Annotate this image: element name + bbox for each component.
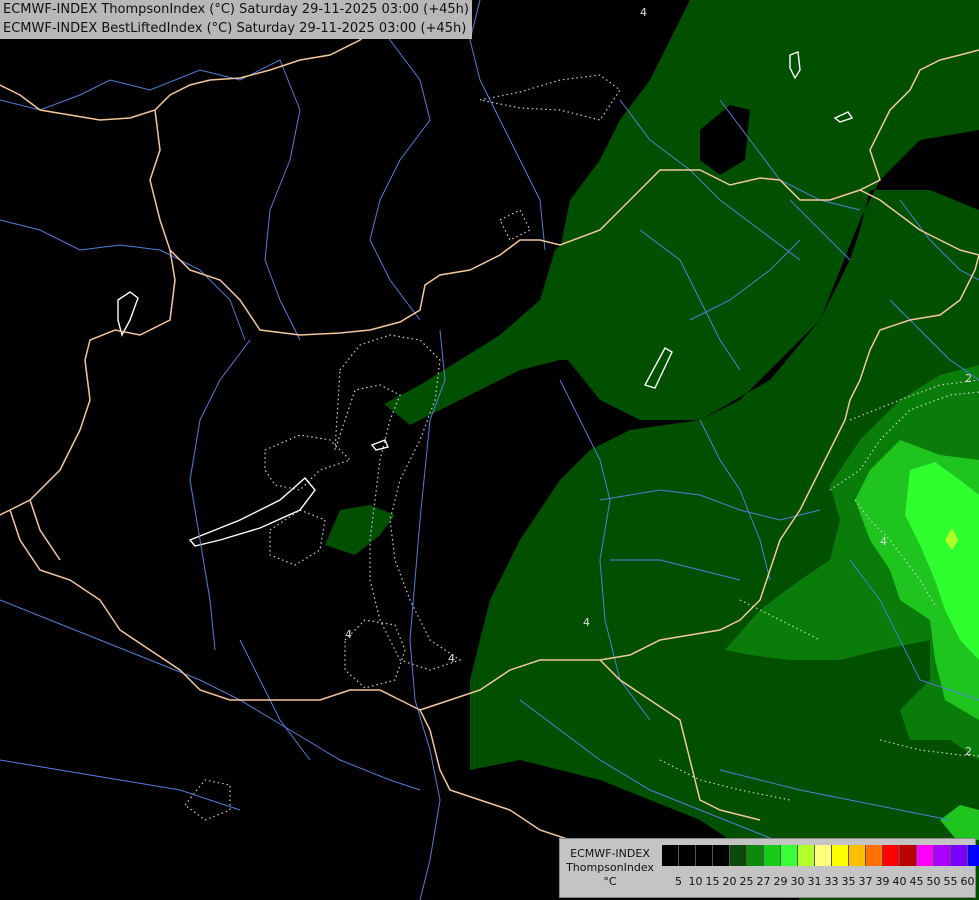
- legend-tick-label: 27: [756, 875, 771, 888]
- weather-map: 4 2 4 2 4 4 4: [0, 0, 979, 900]
- legend-swatch: [968, 845, 979, 866]
- legend-tick-label: 5: [675, 875, 682, 888]
- contour-label: 2: [965, 372, 972, 385]
- legend-tick-label: 31: [807, 875, 822, 888]
- legend-tick-label: 20: [722, 875, 737, 888]
- legend-tick-label: 35: [841, 875, 856, 888]
- legend-tick-label: 33: [824, 875, 839, 888]
- legend-swatch: [866, 845, 883, 866]
- legend-swatch: [815, 845, 832, 866]
- legend-title-line-2: ThompsonIndex: [566, 861, 654, 874]
- legend-swatch: [764, 845, 781, 866]
- contour-label: 4: [345, 628, 352, 641]
- legend-swatch: [849, 845, 866, 866]
- legend-tick-label: 30: [790, 875, 805, 888]
- contour-label: 2: [965, 745, 972, 758]
- legend-tick-label: 10: [688, 875, 703, 888]
- color-legend: ECMWF-INDEX ThompsonIndex °C 5 10 15 20 25 27…: [559, 838, 979, 898]
- legend-ticks: 5 10 15 20 25 27 29 30 31 33 35 37 39 40 45 50 55 60: [670, 875, 976, 889]
- map-title-line-2: ECMWF-INDEX BestLiftedIndex (°C) Saturda…: [3, 21, 467, 36]
- legend-swatch: [951, 845, 968, 866]
- map-title-line-1: ECMWF-INDEX ThompsonIndex (°C) Saturday …: [3, 2, 469, 17]
- legend-swatch: [832, 845, 849, 866]
- legend-swatches: [662, 845, 979, 866]
- legend-tick-label: 29: [773, 875, 788, 888]
- legend-swatch: [934, 845, 951, 866]
- legend-tick-label: 15: [705, 875, 720, 888]
- legend-tick-label: 45: [909, 875, 924, 888]
- contour-label: 4: [880, 535, 887, 548]
- legend-tick-label: 37: [858, 875, 873, 888]
- legend-swatch: [747, 845, 764, 866]
- legend-swatch: [798, 845, 815, 866]
- contour-label: 4: [448, 652, 455, 665]
- legend-swatch: [679, 845, 696, 866]
- legend-swatch: [917, 845, 934, 866]
- legend-title-line-3: °C: [603, 875, 617, 888]
- legend-swatch: [713, 845, 730, 866]
- legend-swatch: [781, 845, 798, 866]
- legend-tick-label: 60: [960, 875, 975, 888]
- legend-tick-label: 40: [892, 875, 907, 888]
- legend-tick-label: 55: [943, 875, 958, 888]
- legend-title: ECMWF-INDEX ThompsonIndex °C: [562, 847, 658, 889]
- legend-swatch: [900, 845, 917, 866]
- legend-tick-label: 39: [875, 875, 890, 888]
- legend-swatch: [696, 845, 713, 866]
- legend-tick-label: 25: [739, 875, 754, 888]
- legend-swatch: [730, 845, 747, 866]
- contour-label: 4: [583, 616, 590, 629]
- legend-title-line-1: ECMWF-INDEX: [570, 847, 650, 860]
- map-title-box: ECMWF-INDEX ThompsonIndex (°C) Saturday …: [0, 0, 472, 39]
- legend-tick-label: 50: [926, 875, 941, 888]
- legend-swatch: [662, 845, 679, 866]
- contour-label: 4: [640, 6, 647, 19]
- legend-swatch: [883, 845, 900, 866]
